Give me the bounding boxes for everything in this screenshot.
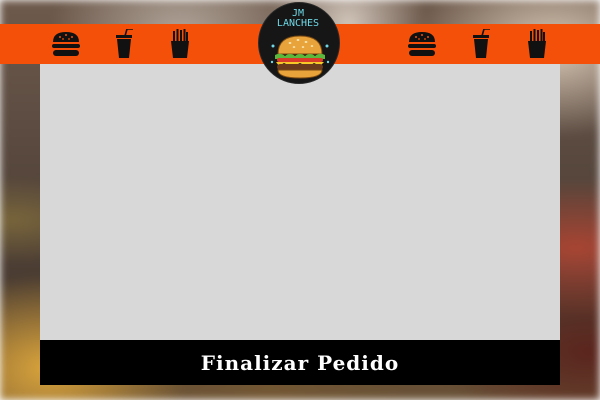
drink-cup-icon[interactable] (108, 28, 140, 60)
hamburger-logo-icon (270, 35, 330, 79)
finalize-order-button[interactable]: Finalizar Pedido (40, 340, 560, 385)
jm-lanches-logo[interactable]: JM LANCHES (258, 2, 340, 84)
drink-cup-icon[interactable] (465, 28, 497, 60)
fries-icon[interactable] (164, 28, 196, 60)
fries-icon[interactable] (521, 28, 553, 60)
burger-icon[interactable] (50, 28, 82, 60)
logo-text-line2: LANCHES (276, 18, 320, 29)
order-content-panel (40, 64, 560, 340)
burger-icon[interactable] (406, 28, 438, 60)
finalize-order-label: Finalizar Pedido (200, 350, 400, 375)
